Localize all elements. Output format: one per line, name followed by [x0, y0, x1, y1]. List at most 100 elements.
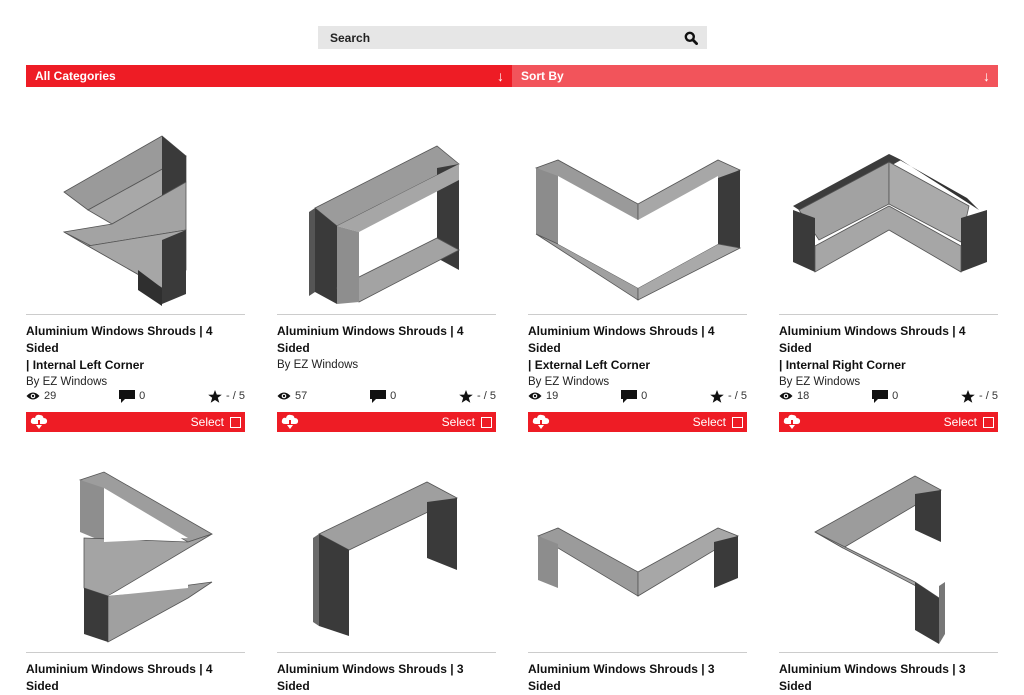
- select-label: Select: [943, 415, 977, 429]
- product-title[interactable]: Aluminium Windows Shrouds | 3 Sided: [779, 661, 998, 695]
- comments-stat: 0: [621, 389, 648, 403]
- cloud-download-icon[interactable]: [281, 414, 299, 430]
- comments-count: 0: [892, 390, 899, 402]
- product-thumbnail[interactable]: [277, 120, 496, 315]
- sort-dropdown-label: Sort By: [521, 69, 564, 83]
- product-card: Aluminium Windows Shrouds | 3 Sided: [277, 458, 496, 695]
- star-icon: [961, 389, 975, 403]
- shroud-render-image: [793, 154, 987, 273]
- product-thumbnail[interactable]: [779, 458, 998, 653]
- product-thumbnail[interactable]: [26, 120, 245, 315]
- arrow-down-icon: ↓: [983, 68, 990, 84]
- views-stat: 18: [779, 390, 809, 402]
- cloud-download-icon[interactable]: [783, 414, 801, 430]
- rating-value: - / 5: [226, 390, 245, 402]
- comment-icon: [370, 389, 387, 403]
- product-title-line: Aluminium Windows Shrouds | 4 Sided: [26, 662, 213, 693]
- product-title-line: Aluminium Windows Shrouds | 3 Sided: [528, 662, 715, 693]
- rating-stat: - / 5: [961, 389, 998, 403]
- product-title-line: | Internal Right Corner: [779, 358, 906, 372]
- comments-count: 0: [139, 390, 146, 402]
- product-action-bar: Select: [528, 412, 747, 432]
- select-checkbox[interactable]: [230, 416, 241, 428]
- category-dropdown-label: All Categories: [35, 69, 116, 83]
- product-title[interactable]: Aluminium Windows Shrouds | 3 Sided: [277, 661, 496, 695]
- product-title[interactable]: Aluminium Windows Shrouds | 4 Sided | In…: [779, 323, 998, 374]
- product-title-line: Aluminium Windows Shrouds | 4 Sided: [26, 324, 213, 355]
- rating-value: - / 5: [728, 390, 747, 402]
- product-thumbnail[interactable]: [779, 120, 998, 315]
- product-title[interactable]: Aluminium Windows Shrouds | 4 Sided: [277, 323, 496, 357]
- comments-count: 0: [641, 390, 648, 402]
- select-checkbox[interactable]: [481, 416, 492, 428]
- rating-stat: - / 5: [710, 389, 747, 403]
- product-card: Aluminium Windows Shrouds | 4 Sided | In…: [779, 120, 998, 432]
- product-title-line: | Internal Left Corner: [26, 358, 145, 372]
- views-count: 18: [797, 390, 810, 402]
- product-title[interactable]: Aluminium Windows Shrouds | 4 Sided | In…: [26, 323, 245, 374]
- search-bar: [318, 26, 707, 49]
- sort-dropdown[interactable]: Sort By ↓: [512, 65, 998, 87]
- eye-icon: [528, 392, 542, 400]
- eye-icon: [779, 392, 793, 400]
- comments-stat: 0: [370, 389, 397, 403]
- product-stats: 29 0 - / 5: [26, 388, 245, 404]
- search-icon[interactable]: [683, 30, 699, 46]
- cloud-download-icon[interactable]: [30, 414, 48, 430]
- product-author: By EZ Windows: [277, 359, 359, 371]
- rating-stat: - / 5: [208, 389, 245, 403]
- product-action-bar: Select: [26, 412, 245, 432]
- product-card: Aluminium Windows Shrouds | 4 Sided By E…: [277, 120, 496, 432]
- views-count: 57: [295, 390, 308, 402]
- comment-icon: [119, 389, 136, 403]
- product-action-bar: Select: [779, 412, 998, 432]
- select-toggle[interactable]: Select: [944, 415, 994, 429]
- shroud-render-image: [309, 145, 460, 304]
- product-thumbnail[interactable]: [528, 120, 747, 315]
- product-title[interactable]: Aluminium Windows Shrouds | 4 Sided | Ex…: [528, 323, 747, 374]
- select-checkbox[interactable]: [983, 416, 994, 428]
- product-title[interactable]: Aluminium Windows Shrouds | 3 Sided: [528, 661, 747, 695]
- cloud-download-icon[interactable]: [532, 414, 550, 430]
- views-count: 29: [44, 390, 57, 402]
- category-dropdown[interactable]: All Categories ↓: [26, 65, 512, 87]
- shroud-render-image: [535, 159, 742, 301]
- product-thumbnail[interactable]: [26, 458, 245, 653]
- select-toggle[interactable]: Select: [442, 415, 492, 429]
- product-title-line: Aluminium Windows Shrouds | 4 Sided: [277, 324, 464, 355]
- filter-bar: All Categories ↓ Sort By ↓: [26, 65, 998, 87]
- comment-icon: [872, 389, 889, 403]
- product-title-line: Aluminium Windows Shrouds | 4 Sided: [528, 324, 715, 355]
- select-checkbox[interactable]: [732, 416, 743, 428]
- select-label: Select: [190, 415, 224, 429]
- product-title-line: Aluminium Windows Shrouds | 4 Sided: [779, 324, 966, 355]
- product-card: Aluminium Windows Shrouds | 4 Sided | In…: [26, 120, 245, 432]
- product-thumbnail[interactable]: [277, 458, 496, 653]
- product-title[interactable]: Aluminium Windows Shrouds | 4 Sided: [26, 661, 245, 695]
- comment-icon: [621, 389, 638, 403]
- rating-value: - / 5: [979, 390, 998, 402]
- arrow-down-icon: ↓: [497, 68, 504, 84]
- shroud-render-image: [537, 527, 739, 597]
- views-stat: 19: [528, 390, 558, 402]
- eye-icon: [26, 392, 40, 400]
- select-label: Select: [441, 415, 475, 429]
- views-stat: 57: [277, 390, 307, 402]
- select-toggle[interactable]: Select: [191, 415, 241, 429]
- product-action-bar: Select: [277, 412, 496, 432]
- product-card: Aluminium Windows Shrouds | 3 Sided: [528, 458, 747, 695]
- product-card: Aluminium Windows Shrouds | 4 Sided: [26, 458, 245, 695]
- product-stats: 19 0 - / 5: [528, 388, 747, 404]
- product-title-line: Aluminium Windows Shrouds | 3 Sided: [779, 662, 966, 693]
- product-stats: 18 0 - / 5: [779, 388, 998, 404]
- product-title-line: | External Left Corner: [528, 358, 651, 372]
- product-thumbnail[interactable]: [528, 458, 747, 653]
- comments-count: 0: [390, 390, 397, 402]
- shroud-render-image: [62, 135, 187, 306]
- product-card: Aluminium Windows Shrouds | 3 Sided: [779, 458, 998, 695]
- star-icon: [459, 389, 473, 403]
- select-toggle[interactable]: Select: [693, 415, 743, 429]
- search-input[interactable]: [330, 30, 683, 45]
- views-count: 19: [546, 390, 559, 402]
- shroud-render-image: [313, 481, 458, 636]
